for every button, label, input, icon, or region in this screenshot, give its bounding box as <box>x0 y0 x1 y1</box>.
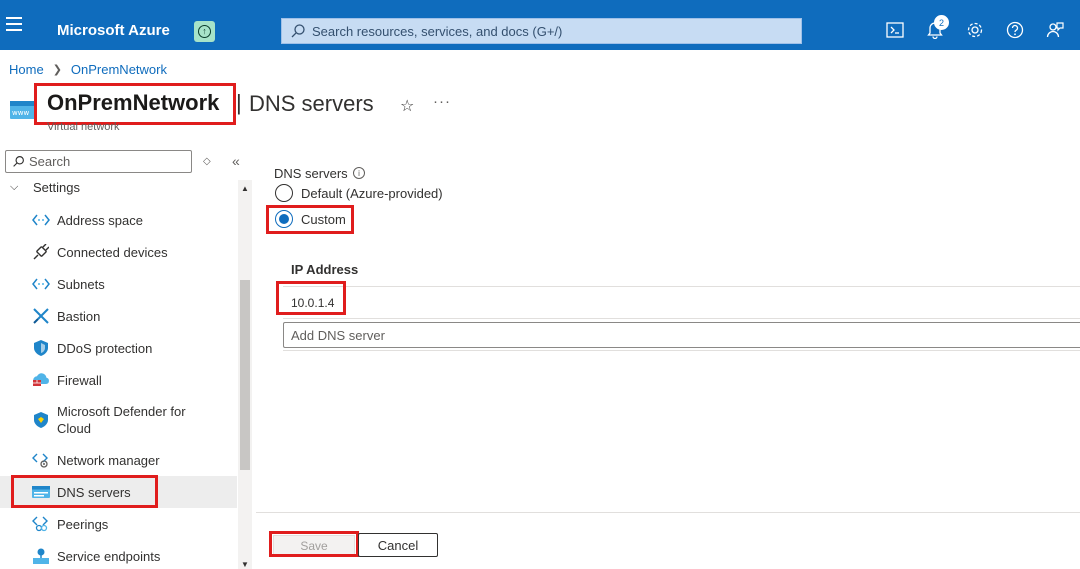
menu-icon[interactable] <box>6 17 22 31</box>
title-separator: | <box>236 90 242 115</box>
sidebar-item-label: Network manager <box>57 452 160 468</box>
save-button-highlight <box>269 531 359 557</box>
ip-address-column-header: IP Address <box>291 262 359 277</box>
defender-icon <box>32 411 50 429</box>
address-space-icon <box>32 211 50 229</box>
shield-icon <box>32 339 50 357</box>
favorite-star-icon[interactable]: ☆ <box>400 96 414 116</box>
scroll-down-arrow-icon[interactable]: ▼ <box>241 560 249 569</box>
firewall-icon <box>32 371 50 389</box>
plug-icon <box>32 243 50 261</box>
breadcrumb-home[interactable]: Home <box>9 62 44 77</box>
settings-icon[interactable] <box>965 20 985 40</box>
sidebar-item-peerings[interactable]: Peerings <box>0 515 237 533</box>
brand-title[interactable]: Microsoft Azure <box>57 22 170 39</box>
sidebar-item-defender-for-cloud[interactable]: Microsoft Defender for Cloud <box>0 402 237 438</box>
breadcrumb-resource[interactable]: OnPremNetwork <box>71 62 167 77</box>
sidebar-search-input[interactable] <box>29 154 179 169</box>
sidebar-item-label: Bastion <box>57 308 101 324</box>
sidebar-item-bastion[interactable]: Bastion <box>0 307 237 325</box>
bastion-icon <box>32 307 50 325</box>
collapse-sidebar-icon[interactable]: « <box>232 153 240 169</box>
sidebar-item-network-manager[interactable]: Network manager <box>0 451 237 469</box>
sidebar-item-address-space[interactable]: Address space <box>0 211 237 229</box>
more-options-icon[interactable]: ··· <box>433 93 451 110</box>
divider <box>283 318 1080 319</box>
sidebar-item-label: Service endpoints <box>57 548 161 564</box>
sidebar-item-connected-devices[interactable]: Connected devices <box>0 243 237 261</box>
global-search-input[interactable] <box>312 23 792 39</box>
sidebar-item-label: DDoS protection <box>57 340 153 356</box>
sort-updown-icon[interactable]: ◇ <box>203 156 211 167</box>
add-dns-server-input[interactable] <box>283 322 1080 348</box>
sidebar-item-ddos-protection[interactable]: DDoS protection <box>0 339 237 357</box>
top-bar: Microsoft Azure ↑ 2 <box>0 0 1080 50</box>
divider <box>283 286 1080 287</box>
sidebar-item-label: Microsoft Defender for <box>57 404 186 419</box>
ip-address-highlight <box>276 281 346 315</box>
search-icon <box>291 24 305 38</box>
sidebar-item-label: Firewall <box>57 372 102 388</box>
sidebar-scrollbar-thumb[interactable] <box>240 280 250 470</box>
cloud-shell-icon[interactable] <box>885 20 905 40</box>
sidebar-item-service-endpoints[interactable]: Service endpoints <box>0 547 237 565</box>
subnets-icon <box>32 275 50 293</box>
scroll-up-arrow-icon[interactable]: ▲ <box>241 184 249 193</box>
breadcrumb: Home ❯ OnPremNetwork <box>9 62 167 77</box>
sidebar-item-label-line2: Cloud <box>57 421 91 436</box>
page-title: DNS servers <box>249 91 374 116</box>
peerings-icon <box>32 515 50 533</box>
resource-name-highlight <box>34 83 236 125</box>
sidebar-item-subnets[interactable]: Subnets <box>0 275 237 293</box>
service-endpoints-icon <box>32 547 50 565</box>
cancel-button[interactable]: Cancel <box>358 533 438 557</box>
sidebar-item-label: Subnets <box>57 276 105 292</box>
settings-group-label: Settings <box>33 180 80 195</box>
global-search[interactable] <box>281 18 802 44</box>
feedback-icon[interactable] <box>1045 20 1065 40</box>
footer-divider <box>256 512 1080 513</box>
search-icon <box>13 156 24 167</box>
settings-group-header[interactable]: ⌵ Settings <box>10 180 80 195</box>
upgrade-icon[interactable]: ↑ <box>194 21 215 42</box>
dns-servers-highlight <box>11 475 158 508</box>
sidebar-item-label: Connected devices <box>57 244 168 260</box>
dns-servers-label: DNS servers <box>274 166 348 181</box>
sidebar-item-label: Peerings <box>57 516 109 532</box>
radio-label: Default (Azure-provided) <box>301 185 443 201</box>
custom-option-highlight <box>266 205 354 234</box>
help-icon[interactable] <box>1005 20 1025 40</box>
sidebar-search[interactable] <box>5 150 192 173</box>
network-manager-icon <box>32 451 50 469</box>
radio-button[interactable] <box>275 184 293 202</box>
chevron-right-icon: ❯ <box>52 64 62 76</box>
virtual-network-icon: www <box>10 99 36 121</box>
divider <box>283 350 1080 351</box>
sidebar-item-label: Address space <box>57 212 143 228</box>
notification-count-badge: 2 <box>934 15 949 30</box>
svg-text:www: www <box>12 109 29 117</box>
resource-type-label: Virtual network <box>47 121 120 133</box>
radio-default-azure-provided[interactable]: Default (Azure-provided) <box>275 184 443 202</box>
chevron-down-icon: ⌵ <box>10 181 19 193</box>
sidebar-item-firewall[interactable]: Firewall <box>0 371 237 389</box>
info-icon[interactable]: i <box>353 167 365 179</box>
